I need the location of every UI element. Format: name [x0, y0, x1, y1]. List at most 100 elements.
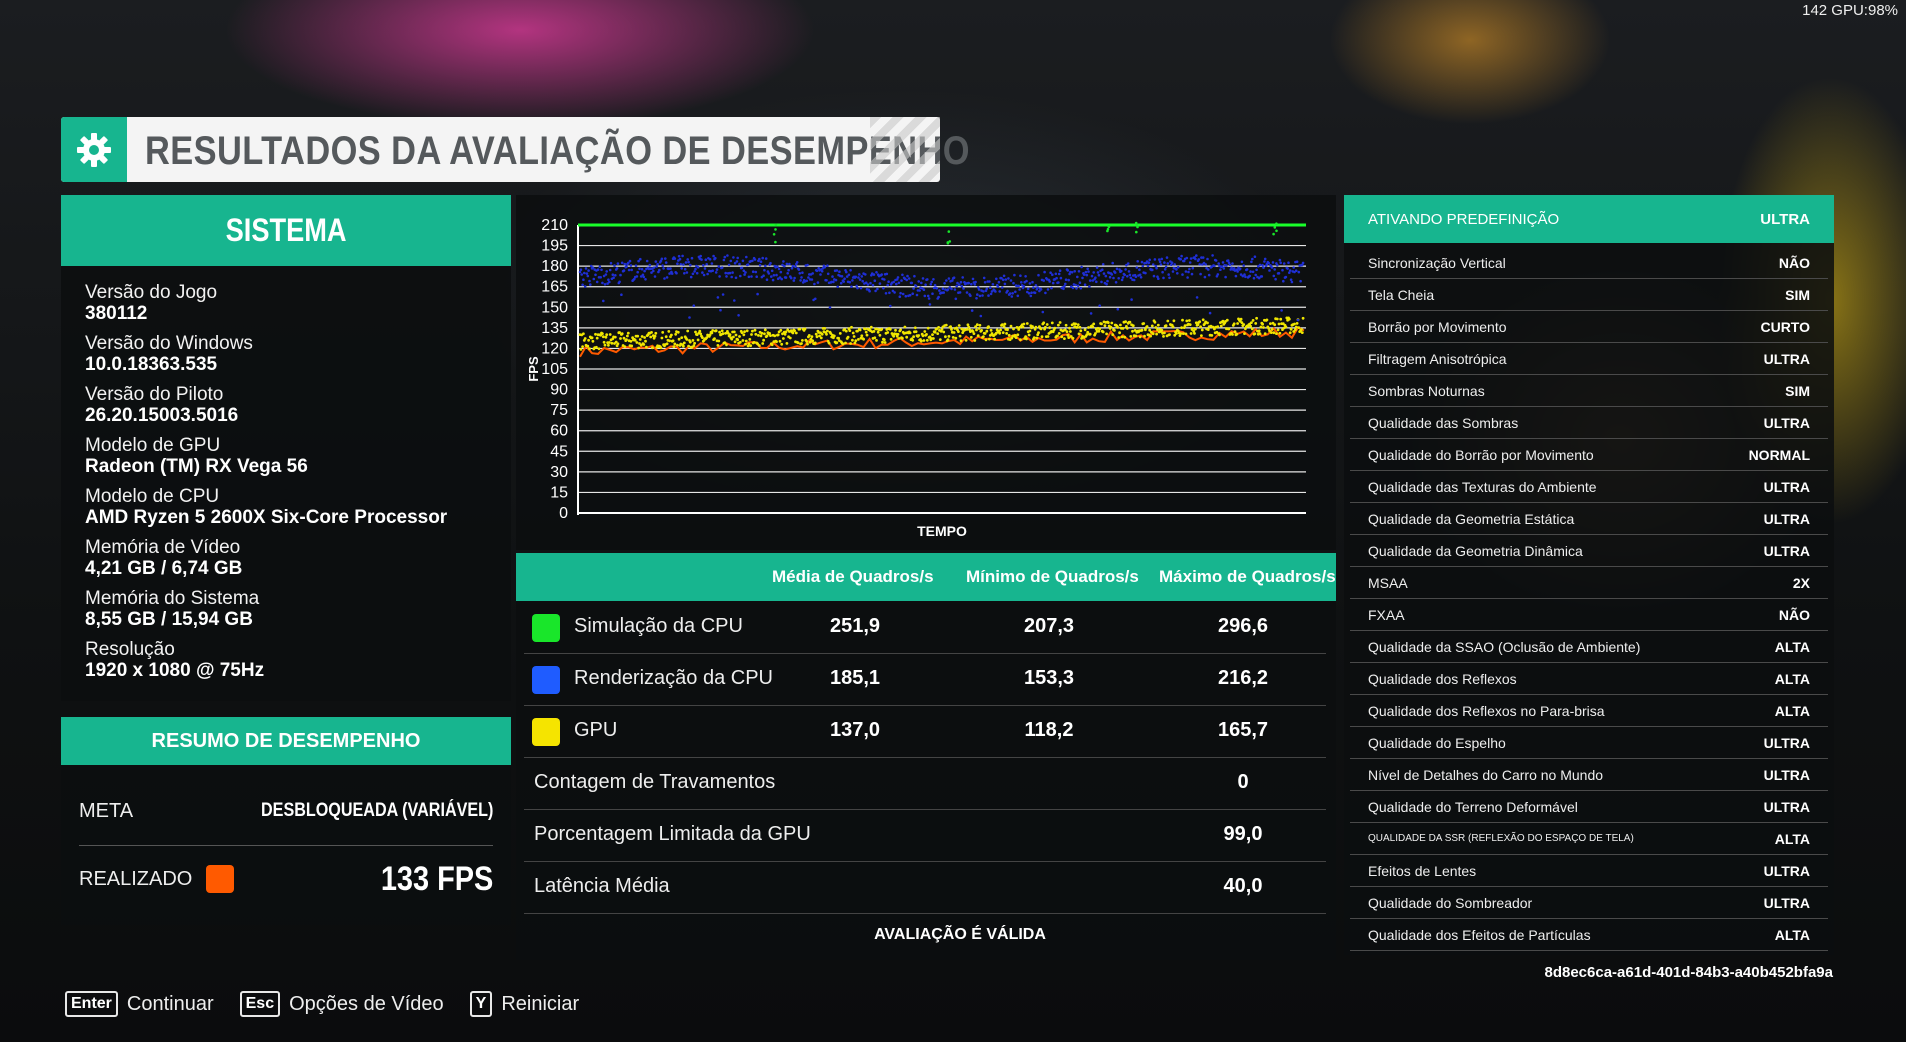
gpu-point [1242, 323, 1246, 326]
gpu-point [1124, 320, 1127, 324]
key-hint[interactable]: Y Reiniciar [469, 991, 579, 1017]
stats-extra-value: 40,0 [1223, 875, 1263, 897]
render-point [847, 273, 851, 277]
setting-row: Sincronização Vertical NÃO [1350, 247, 1828, 279]
gpu-point [1028, 329, 1032, 333]
y-tick-label: 60 [550, 423, 568, 440]
stats-extra-label: Contagem de Travamentos [534, 771, 776, 793]
render-point [696, 265, 700, 269]
series-gpu-points [578, 316, 1305, 351]
render-point [652, 269, 655, 273]
render-point [789, 276, 793, 280]
render-point [878, 282, 882, 285]
render-point [625, 265, 628, 268]
gpu-point [1111, 333, 1115, 337]
render-point [1255, 268, 1258, 272]
render-point [922, 288, 926, 291]
render-point [795, 261, 799, 264]
series-color-swatch [532, 614, 560, 642]
gpu-point [1184, 332, 1188, 336]
setting-name: Qualidade dos Efeitos de Partículas [1368, 926, 1591, 943]
gpu-point [1005, 332, 1008, 335]
gpu-point [952, 331, 956, 334]
gpu-point [1160, 328, 1164, 332]
gpu-point [980, 329, 983, 332]
gpu-point [603, 343, 607, 347]
gpu-point [644, 339, 647, 343]
render-point [758, 263, 762, 267]
gpu-point [660, 336, 664, 340]
render-point [608, 280, 611, 284]
system-item: Versão do Windows 10.0.18363.535 [85, 334, 447, 376]
render-point [1274, 277, 1277, 281]
render-point [702, 273, 706, 277]
render-point [885, 272, 889, 276]
render-point [1198, 263, 1201, 266]
render-point [727, 263, 731, 267]
gpu-point [1253, 332, 1257, 336]
system-info-list: Versão do Jogo 380112 Versão do Windows 10.… [85, 283, 447, 691]
render-point [996, 285, 1000, 288]
gpu-point [1039, 327, 1043, 331]
render-point [699, 254, 702, 258]
render-point [843, 277, 846, 280]
render-point [1117, 277, 1120, 280]
render-point [607, 278, 610, 281]
gpu-point [1007, 333, 1011, 337]
settings-panel: ATIVANDO PREDEFINIÇÃO ULTRA Sincronizaçã… [1344, 195, 1834, 955]
gpu-point [973, 339, 977, 342]
setting-value: ULTRA [1763, 478, 1810, 495]
render-point [1022, 285, 1026, 288]
render-point [635, 275, 639, 278]
settings-list: Sincronização Vertical NÃO Tela Cheia SIM Bo… [1350, 247, 1828, 951]
render-point [750, 275, 753, 278]
render-point [1228, 263, 1232, 267]
gpu-point [733, 340, 737, 344]
gpu-point [770, 343, 774, 347]
render-point [1294, 269, 1298, 272]
gpu-point [875, 339, 878, 342]
render-point [759, 260, 763, 263]
gpu-point [738, 340, 742, 344]
render-point [930, 280, 933, 284]
gpu-point [736, 338, 740, 342]
render-point [1013, 273, 1016, 277]
gpu-point [946, 338, 950, 342]
system-panel: SISTEMA Versão do Jogo 380112 Versão do Wi… [61, 195, 511, 701]
render-point [1163, 268, 1167, 271]
render-point [784, 276, 788, 279]
gpu-point [1188, 323, 1192, 326]
render-point [706, 272, 709, 276]
render-point [639, 257, 642, 261]
gpu-point [698, 329, 702, 333]
key-hint[interactable]: Esc Opções de Vídeo [239, 991, 444, 1017]
render-point [711, 269, 714, 272]
key-label: Enter [65, 991, 118, 1017]
render-point [1288, 269, 1292, 272]
setting-name: Qualidade da SSAO (Oclusão de Ambiente) [1368, 638, 1641, 655]
render-point [1225, 264, 1228, 267]
render-point [1100, 280, 1103, 284]
render-point [770, 269, 774, 273]
render-point [851, 279, 854, 282]
render-point [911, 292, 914, 295]
preset-value: ULTRA [1760, 211, 1810, 228]
render-point [765, 278, 769, 281]
gpu-point [932, 337, 935, 340]
col-head-min: Mínimo de Quadros/s [966, 567, 1139, 586]
gpu-point [676, 343, 679, 347]
gpu-point [1250, 321, 1253, 324]
render-point [794, 265, 797, 268]
key-hint[interactable]: Enter Continuar [65, 991, 214, 1017]
gpu-point [763, 328, 767, 332]
render-point [754, 270, 758, 274]
setting-value: ULTRA [1763, 862, 1810, 879]
render-point [700, 258, 703, 261]
render-point [994, 290, 997, 293]
render-point [950, 287, 953, 291]
render-point [662, 267, 665, 270]
render-point [974, 280, 977, 284]
render-point [945, 279, 948, 282]
render-point [967, 281, 970, 285]
render-point [1025, 279, 1028, 283]
